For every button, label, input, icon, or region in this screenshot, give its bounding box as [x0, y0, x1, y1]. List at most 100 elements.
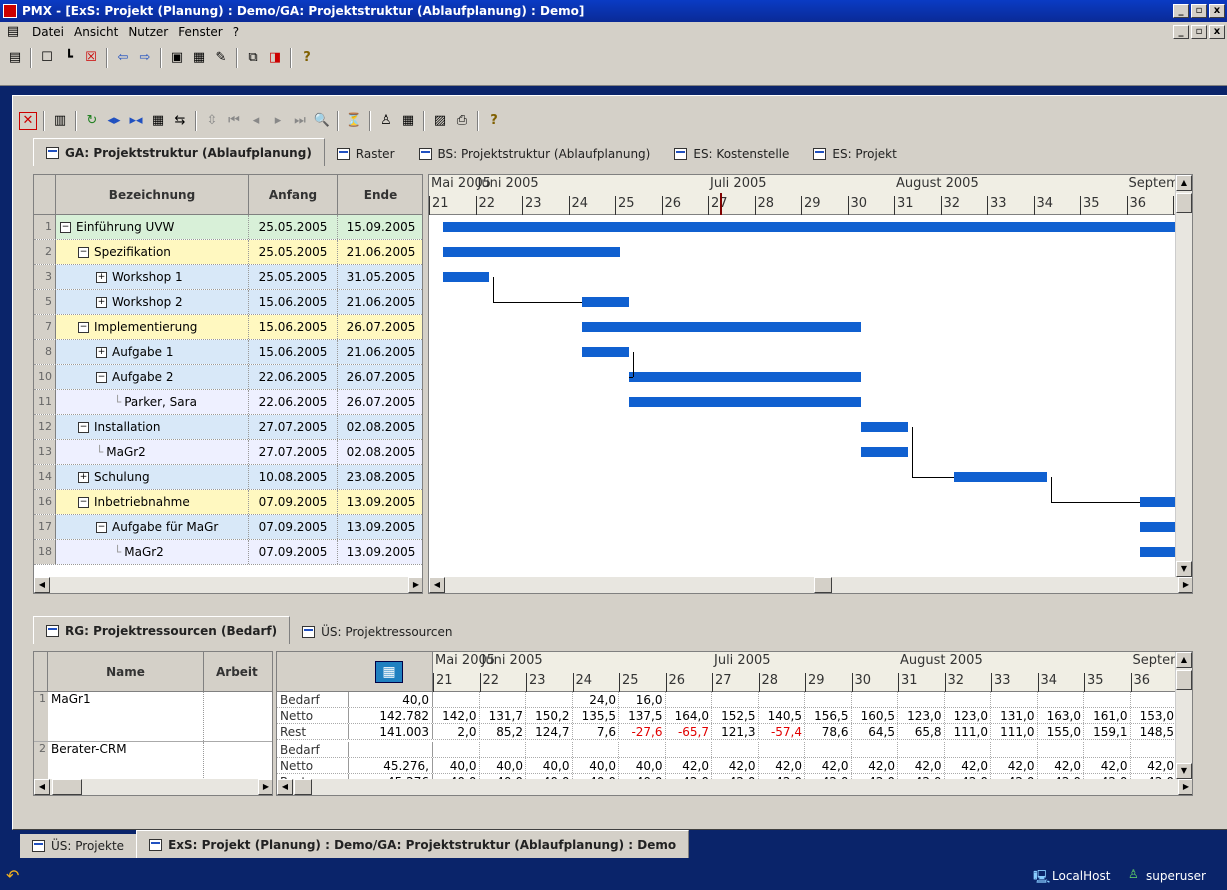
- table-row[interactable]: 13 └ MaGr2 27.07.2005 02.08.2005: [34, 440, 422, 465]
- load-cell[interactable]: -27,6: [619, 724, 666, 739]
- image-icon[interactable]: ▨: [431, 112, 449, 130]
- load-cell[interactable]: 123,0: [898, 708, 945, 723]
- load-cell[interactable]: [759, 692, 805, 707]
- load-cell[interactable]: [1131, 692, 1177, 707]
- gantt-bar[interactable]: [861, 447, 908, 457]
- load-cell[interactable]: 78,6: [805, 724, 852, 739]
- task-name-cell[interactable]: − Aufgabe 2: [56, 365, 249, 389]
- load-cell[interactable]: 42,0: [991, 758, 1038, 773]
- scroll-down-button[interactable]: ▼: [1176, 763, 1192, 779]
- load-cell[interactable]: [805, 742, 852, 757]
- collapse-icon[interactable]: −: [96, 372, 107, 383]
- gantt-bar[interactable]: [628, 397, 862, 407]
- load-cell[interactable]: [480, 692, 526, 707]
- load-cell[interactable]: 40,0: [526, 758, 573, 773]
- load-cell[interactable]: 64,5: [852, 724, 898, 739]
- scroll-up-button[interactable]: ▲: [1176, 175, 1192, 191]
- table-row[interactable]: 5 + Workshop 2 15.06.2005 21.06.2005: [34, 290, 422, 315]
- collapse-icon[interactable]: −: [78, 422, 89, 433]
- gantt-bar[interactable]: [442, 222, 1192, 232]
- next-icon[interactable]: ▸: [269, 112, 287, 130]
- load-cell[interactable]: [526, 692, 573, 707]
- tab-bs-projektstruktur[interactable]: BS: Projektstruktur (Ablaufplanung): [407, 142, 663, 166]
- scroll-right-button[interactable]: ▶: [408, 577, 422, 593]
- split-icon[interactable]: ▦: [149, 112, 167, 130]
- scroll-left-button[interactable]: ◀: [34, 779, 50, 795]
- scroll-right-button[interactable]: ▶: [1178, 577, 1192, 593]
- collapse-icon[interactable]: −: [78, 322, 89, 333]
- tab-ga-projektstruktur[interactable]: GA: Projektstruktur (Ablaufplanung): [33, 138, 325, 166]
- task-name-cell[interactable]: − Einführung UVW: [56, 215, 249, 239]
- col-header-end[interactable]: Ende: [338, 175, 422, 215]
- tab-us-projekte[interactable]: ÜS: Projekte: [20, 834, 137, 858]
- gantt-bar[interactable]: [628, 372, 862, 382]
- load-cell[interactable]: [945, 692, 991, 707]
- load-cell[interactable]: [1084, 742, 1131, 757]
- sync-icon[interactable]: ⇆: [171, 112, 189, 130]
- task-name-cell[interactable]: + Aufgabe 1: [56, 340, 249, 364]
- task-name-cell[interactable]: − Inbetriebnahme: [56, 490, 249, 514]
- scroll-thumb[interactable]: [1176, 670, 1192, 690]
- load-cell[interactable]: 2,0: [433, 724, 480, 739]
- load-cell[interactable]: [759, 742, 805, 757]
- gantt-bar[interactable]: [582, 347, 629, 357]
- load-cell[interactable]: 7,6: [573, 724, 619, 739]
- table-row[interactable]: 2− Spezifikation 25.05.2005 21.06.2005: [34, 240, 422, 265]
- collapse-icon[interactable]: −: [60, 222, 71, 233]
- load-cell[interactable]: 164,0: [666, 708, 712, 723]
- table-row[interactable]: 11 └ Parker, Sara 22.06.2005 26.07.2005: [34, 390, 422, 415]
- calendar-icon[interactable]: ▦: [399, 112, 417, 130]
- load-cell[interactable]: [1084, 692, 1131, 707]
- load-cell[interactable]: 40,0: [433, 758, 480, 773]
- load-cell[interactable]: [712, 742, 759, 757]
- task-name-cell[interactable]: + Workshop 2: [56, 290, 249, 314]
- mdi-maximize-button[interactable]: ▫: [1191, 25, 1207, 39]
- col-header-resource-name[interactable]: Name: [48, 652, 204, 692]
- load-cell[interactable]: 153,0: [1131, 708, 1177, 723]
- scroll-down-button[interactable]: ▼: [1176, 561, 1192, 577]
- table-row[interactable]: 3 + Workshop 1 25.05.2005 31.05.2005: [34, 265, 422, 290]
- scroll-thumb[interactable]: [294, 779, 312, 795]
- table-row[interactable]: 16− Inbetriebnahme 07.09.2005 13.09.2005: [34, 490, 422, 515]
- load-cell[interactable]: 160,5: [852, 708, 898, 723]
- view-help-icon[interactable]: ?: [485, 112, 503, 130]
- tab-raster[interactable]: Raster: [325, 142, 407, 166]
- scroll-left-button[interactable]: ◀: [429, 577, 445, 593]
- tab-es-kostenstelle[interactable]: ES: Kostenstelle: [662, 142, 801, 166]
- load-cell[interactable]: 16,0: [619, 692, 666, 707]
- columns-icon[interactable]: ▥: [51, 112, 69, 130]
- load-cell[interactable]: 155,0: [1038, 724, 1084, 739]
- col-header-start[interactable]: Anfang: [249, 175, 338, 215]
- gantt-bar[interactable]: [582, 297, 629, 307]
- load-cell[interactable]: 111,0: [991, 724, 1038, 739]
- menu-help[interactable]: ?: [233, 25, 239, 39]
- load-cell[interactable]: -65,7: [666, 724, 712, 739]
- task-name-cell[interactable]: − Spezifikation: [56, 240, 249, 264]
- load-cell[interactable]: 142,0: [433, 708, 480, 723]
- load-cell[interactable]: 159,1: [1084, 724, 1131, 739]
- load-cell[interactable]: [433, 742, 480, 757]
- table-row[interactable]: 14 + Schulung 10.08.2005 23.08.2005: [34, 465, 422, 490]
- load-cell[interactable]: 121,3: [712, 724, 759, 739]
- mdi-minimize-button[interactable]: _: [1173, 25, 1189, 39]
- maximize-button[interactable]: ▫: [1191, 4, 1207, 18]
- undo-icon[interactable]: ↶: [6, 866, 19, 885]
- task-name-cell[interactable]: └ MaGr2: [56, 540, 249, 564]
- load-cell[interactable]: 156,5: [805, 708, 852, 723]
- load-cell[interactable]: [1038, 742, 1084, 757]
- scroll-right-button[interactable]: ▶: [258, 779, 272, 795]
- scroll-thumb[interactable]: [1176, 193, 1192, 213]
- collapse-icon[interactable]: ▸◂: [127, 112, 145, 130]
- scroll-left-button[interactable]: ◀: [34, 577, 50, 593]
- task-name-cell[interactable]: └ MaGr2: [56, 440, 249, 464]
- load-cell[interactable]: 163,0: [1038, 708, 1084, 723]
- table-row[interactable]: 17− Aufgabe für MaGr 07.09.2005 13.09.2005: [34, 515, 422, 540]
- resource-vscrollbar[interactable]: ▲ ▼: [1175, 652, 1192, 779]
- gantt-vscrollbar[interactable]: ▲ ▼: [1175, 175, 1192, 577]
- load-cell[interactable]: [1038, 692, 1084, 707]
- tab-us-projektressourcen[interactable]: ÜS: Projektressourcen: [290, 620, 464, 644]
- print-icon[interactable]: ▦: [190, 49, 208, 67]
- load-cell[interactable]: [712, 692, 759, 707]
- expand-icon[interactable]: +: [96, 272, 107, 283]
- load-cell[interactable]: -57,4: [759, 724, 805, 739]
